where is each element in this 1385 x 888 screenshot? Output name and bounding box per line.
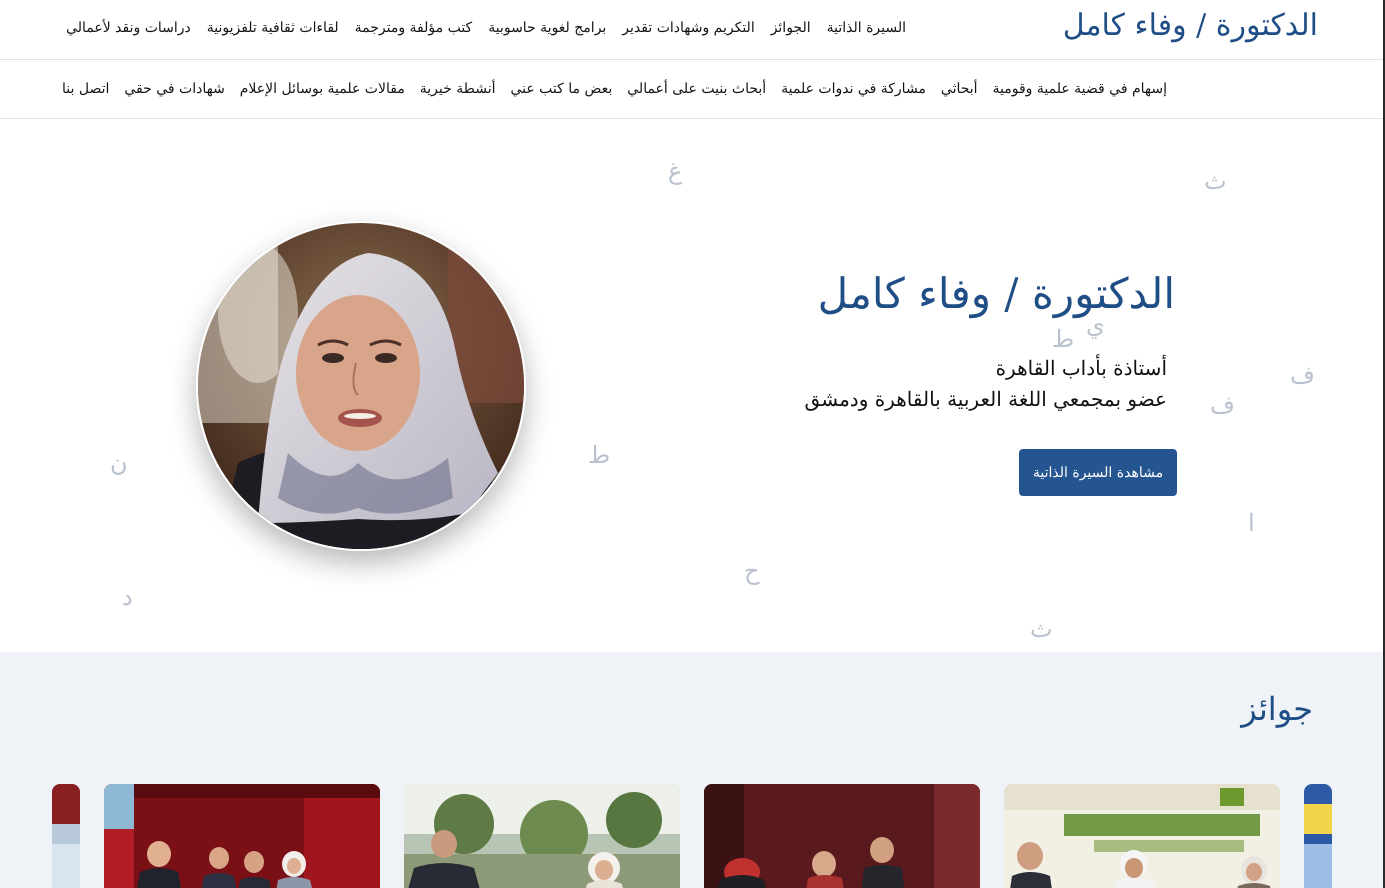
- award-card[interactable]: [104, 784, 380, 888]
- nav-item-seminars[interactable]: مشاركة في ندوات علمية: [781, 81, 926, 97]
- decor-letter: ح: [744, 557, 760, 585]
- nav-item-research[interactable]: أبحاثي: [941, 81, 978, 97]
- site-brand[interactable]: الدكتورة / وفاء كامل: [1063, 8, 1318, 43]
- decor-letter: ث: [1030, 615, 1053, 643]
- award-image: [404, 784, 680, 888]
- award-card[interactable]: [1004, 784, 1280, 888]
- award-card[interactable]: [52, 784, 80, 888]
- view-cv-button[interactable]: مشاهدة السيرة الذاتية: [1019, 449, 1177, 496]
- decor-letter: ط: [588, 441, 611, 469]
- award-card[interactable]: [704, 784, 980, 888]
- portrait-image: [198, 223, 524, 549]
- secondary-nav: إسهام في قضية علمية وقومية أبحاثي مشاركة…: [62, 77, 1167, 101]
- award-image: [1004, 784, 1280, 888]
- decor-letter: ن: [110, 449, 128, 477]
- decor-letter: ا: [1248, 509, 1255, 537]
- nav-item-awards[interactable]: الجوائز: [771, 20, 811, 36]
- nav-item-media-articles[interactable]: مقالات علمية بوسائل الإعلام: [240, 81, 405, 97]
- award-image: [704, 784, 980, 888]
- nav-item-derived-research[interactable]: أبحاث بنيت على أعمالي: [627, 81, 766, 97]
- hero-subtitle-position: أستاذة بأداب القاهرة: [995, 356, 1167, 380]
- decor-letter: ف: [1210, 391, 1235, 419]
- nav-item-national-cause[interactable]: إسهام في قضية علمية وقومية: [993, 81, 1167, 97]
- award-image: [52, 784, 80, 888]
- award-image: [1304, 784, 1332, 888]
- nav-item-software[interactable]: برامج لغوية حاسوبية: [488, 20, 606, 36]
- nav-item-written-about-me[interactable]: بعض ما كتب عني: [510, 81, 612, 97]
- decor-letter: ف: [1290, 361, 1315, 389]
- nav-item-books[interactable]: كتب مؤلفة ومترجمة: [355, 20, 473, 36]
- decor-letter: ث: [1204, 167, 1227, 195]
- nav-item-charity[interactable]: أنشطة خيرية: [420, 81, 496, 97]
- decor-letter: د: [122, 583, 133, 611]
- nav-item-tv-interviews[interactable]: لقاءات ثقافية تلفزيونية: [207, 20, 339, 36]
- nav-item-contact[interactable]: اتصل بنا: [62, 81, 109, 97]
- decor-letter: ط: [1052, 325, 1075, 353]
- awards-section: جوائز: [0, 652, 1383, 888]
- award-card[interactable]: [404, 784, 680, 888]
- nav-item-honors[interactable]: التكريم وشهادات تقدير: [622, 20, 754, 36]
- hero-subtitle-membership: عضو بمجمعي اللغة العربية بالقاهرة ودمشق: [804, 387, 1167, 411]
- award-image: [104, 784, 380, 888]
- primary-nav: السيرة الذاتية الجوائز التكريم وشهادات ت…: [66, 16, 906, 40]
- profile-portrait: [196, 221, 526, 551]
- hero-title: الدكتورة / وفاء كامل: [817, 269, 1175, 318]
- awards-title: جوائز: [1241, 690, 1313, 728]
- award-card[interactable]: [1304, 784, 1332, 888]
- decor-letter: غ: [668, 157, 683, 185]
- secondary-navbar: إسهام في قضية علمية وقومية أبحاثي مشاركة…: [0, 60, 1383, 119]
- hero-section: غ ث ي ط ف ف ن ط ا ح د ث الدكتورة / وفاء …: [0, 119, 1383, 652]
- nav-item-studies[interactable]: دراسات ونقد لأعمالي: [66, 20, 191, 36]
- nav-item-testimonials[interactable]: شهادات في حقي: [124, 81, 224, 97]
- nav-item-biography[interactable]: السيرة الذاتية: [827, 20, 906, 36]
- top-navbar: الدكتورة / وفاء كامل السيرة الذاتية الجو…: [0, 0, 1383, 60]
